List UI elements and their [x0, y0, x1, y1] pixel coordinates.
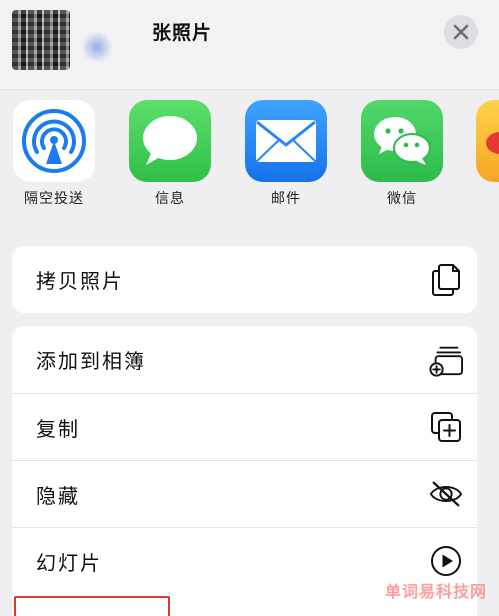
close-icon [453, 24, 469, 40]
wechat-icon [361, 100, 443, 182]
app-mail[interactable]: 邮件 [244, 100, 328, 208]
action-duplicate-label: 复制 [36, 416, 80, 441]
header-title: 张照片 [152, 22, 213, 44]
app-airdrop[interactable]: 隔空投送 [12, 100, 96, 208]
highlight-box [14, 596, 170, 616]
watermark-text: 单词易科技网 [384, 582, 487, 601]
play-circle-icon [429, 544, 463, 578]
photo-thumbnail-stack [80, 32, 114, 62]
app-mail-label: 邮件 [271, 191, 301, 207]
photo-thumbnail [12, 10, 70, 70]
action-hide-label: 隐藏 [36, 483, 80, 508]
airdrop-icon [13, 100, 95, 182]
share-apps-row: 隔空投送 信息 邮件 微信 [0, 100, 499, 220]
app-airdrop-label: 隔空投送 [24, 191, 84, 207]
action-add-to-album-label: 添加到相簿 [36, 349, 146, 373]
weibo-icon [476, 100, 499, 182]
action-duplicate[interactable]: 复制 [12, 393, 477, 460]
share-sheet-header: 张照片 [0, 0, 499, 90]
copy-photo-icon [429, 263, 463, 297]
mail-icon [245, 100, 327, 182]
add-to-album-icon [429, 343, 463, 377]
app-messages-label: 信息 [155, 191, 185, 207]
app-wechat-label: 微信 [387, 191, 417, 207]
app-messages[interactable]: 信息 [128, 100, 212, 208]
duplicate-icon [429, 410, 463, 444]
messages-icon [129, 100, 211, 182]
action-hide[interactable]: 隐藏 [12, 460, 477, 527]
action-slideshow-label: 幻灯片 [36, 550, 102, 575]
close-button[interactable] [444, 15, 478, 49]
action-add-to-album[interactable]: 添加到相簿 [12, 326, 477, 393]
action-copy-photo[interactable]: 拷贝照片 [12, 246, 477, 313]
eye-slash-icon [429, 477, 463, 511]
actions-group-secondary: 添加到相簿 复制 隐藏 幻灯片 [12, 326, 477, 616]
actions-group-primary: 拷贝照片 [12, 246, 477, 313]
action-copy-photo-label: 拷贝照片 [36, 269, 124, 293]
app-wechat[interactable]: 微信 [360, 100, 444, 208]
app-weibo-partial[interactable] [476, 100, 499, 182]
